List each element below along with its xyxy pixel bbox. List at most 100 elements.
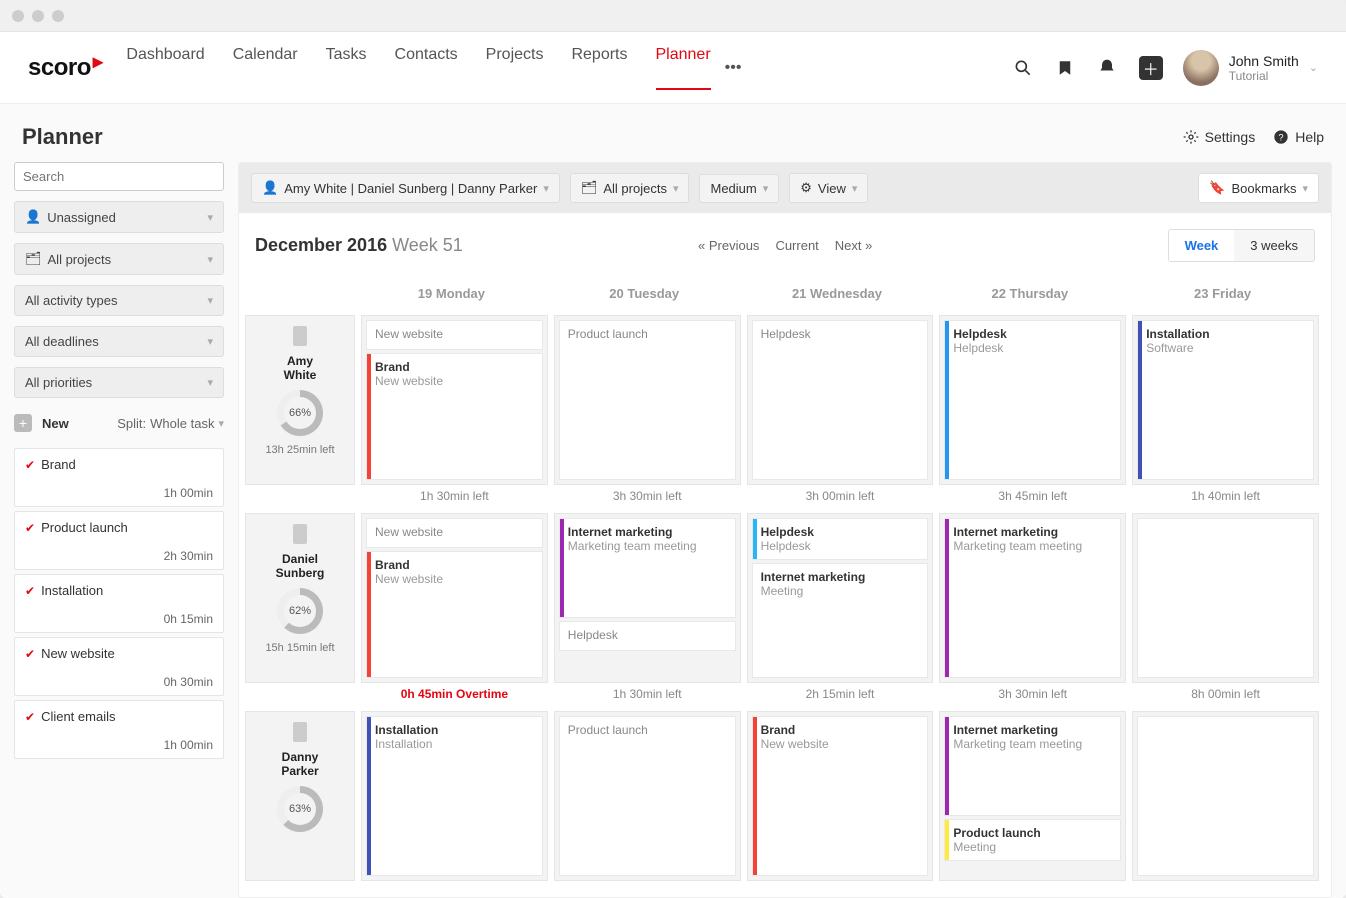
person-cell: DannyParker63% — [245, 711, 355, 881]
day-cell[interactable]: InstallationSoftware — [1132, 315, 1319, 485]
settings-link[interactable]: Settings — [1183, 129, 1256, 145]
nav-planner[interactable]: Planner — [656, 46, 711, 90]
filter-people[interactable]: 👤Amy White | Daniel Sunberg | Danny Park… — [251, 173, 560, 203]
task-card[interactable]: ✔Client emails1h 00min — [14, 700, 224, 759]
task-slot[interactable] — [1137, 518, 1314, 678]
task-slot[interactable]: Product launch — [559, 320, 736, 480]
search-icon[interactable] — [1013, 58, 1033, 78]
svg-text:?: ? — [1279, 132, 1284, 142]
day-header: 22 Thursday — [933, 278, 1126, 309]
filter-activity-types[interactable]: All activity types▾ — [14, 285, 224, 316]
nav-contacts[interactable]: Contacts — [395, 46, 458, 90]
utilization-donut: 62% — [277, 588, 323, 634]
filter-unassigned[interactable]: 👤Unassigned▾ — [14, 201, 224, 233]
time-left-label — [245, 489, 355, 503]
task-card[interactable]: ✔New website0h 30min — [14, 637, 224, 696]
add-icon[interactable]: ＋ — [1139, 56, 1163, 80]
planner-main: 👤Amy White | Daniel Sunberg | Danny Park… — [238, 162, 1332, 898]
chevron-down-icon: ⌄ — [1309, 61, 1318, 74]
task-slot[interactable]: Internet marketingMarketing team meeting — [944, 716, 1121, 816]
task-slot[interactable] — [1137, 716, 1314, 876]
task-name: Installation — [41, 583, 103, 598]
seg-week[interactable]: Week — [1169, 230, 1235, 261]
filter-size[interactable]: Medium▾ — [699, 174, 779, 203]
filter-priorities[interactable]: All priorities▾ — [14, 367, 224, 398]
next-link[interactable]: Next » — [835, 238, 873, 253]
task-slot[interactable]: Product launchMeeting — [944, 819, 1121, 861]
day-cell[interactable]: Helpdesk — [747, 315, 934, 485]
bookmark-icon[interactable] — [1055, 58, 1075, 78]
person-icon — [293, 722, 307, 742]
check-icon: ✔ — [25, 584, 35, 598]
day-cell[interactable]: New websiteBrandNew website — [361, 513, 548, 683]
day-cell[interactable]: Product launch — [554, 315, 741, 485]
task-name: Client emails — [41, 709, 115, 724]
day-cell[interactable]: Internet marketingMarketing team meeting… — [939, 711, 1126, 881]
nav-tasks[interactable]: Tasks — [326, 46, 367, 90]
day-cell[interactable]: New websiteBrandNew website — [361, 315, 548, 485]
nav-calendar[interactable]: Calendar — [233, 46, 298, 90]
task-slot[interactable]: Helpdesk — [559, 621, 736, 651]
slot-subtitle: New website — [375, 374, 534, 388]
task-card[interactable]: ✔Brand1h 00min — [14, 448, 224, 507]
current-link[interactable]: Current — [775, 238, 818, 253]
bookmarks-button[interactable]: 🔖Bookmarks▾ — [1198, 173, 1319, 203]
task-slot[interactable]: Internet marketingMarketing team meeting — [559, 518, 736, 618]
slot-subtitle: Marketing team meeting — [953, 539, 1112, 553]
gear-icon — [1183, 129, 1199, 145]
traffic-light[interactable] — [12, 10, 24, 22]
day-cell[interactable] — [1132, 711, 1319, 881]
day-cell[interactable]: HelpdeskHelpdeskInternet marketingMeetin… — [747, 513, 934, 683]
nav-more-icon[interactable]: ••• — [725, 59, 742, 77]
seg-3weeks[interactable]: 3 weeks — [1234, 230, 1314, 261]
day-cell[interactable]: HelpdeskHelpdesk — [939, 315, 1126, 485]
bell-icon[interactable] — [1097, 58, 1117, 78]
filter-view[interactable]: ⚙View▾ — [789, 173, 868, 203]
task-slot[interactable]: Helpdesk — [752, 320, 929, 480]
day-cell[interactable] — [1132, 513, 1319, 683]
task-slot[interactable]: HelpdeskHelpdesk — [944, 320, 1121, 480]
new-task-button[interactable]: + — [14, 414, 32, 432]
prev-link[interactable]: « Previous — [698, 238, 759, 253]
task-slot[interactable]: BrandNew website — [366, 551, 543, 678]
slot-title: Installation — [1146, 327, 1305, 341]
task-card[interactable]: ✔Product launch2h 30min — [14, 511, 224, 570]
task-slot[interactable]: BrandNew website — [752, 716, 929, 876]
filter-all-projects[interactable]: 🗂All projects▾ — [570, 173, 690, 203]
filter-projects[interactable]: 🗂All projects▾ — [14, 243, 224, 275]
task-slot[interactable]: InstallationInstallation — [366, 716, 543, 876]
task-slot[interactable]: New website — [366, 320, 543, 350]
day-cell[interactable]: InstallationInstallation — [361, 711, 548, 881]
time-left-label: 2h 15min left — [747, 687, 934, 701]
task-slot[interactable]: New website — [366, 518, 543, 548]
date-nav: « Previous Current Next » — [698, 238, 872, 253]
task-slot[interactable]: Internet marketingMarketing team meeting — [944, 518, 1121, 678]
new-label: New — [42, 416, 69, 431]
day-cell[interactable]: Product launch — [554, 711, 741, 881]
task-slot[interactable]: Product launch — [559, 716, 736, 876]
task-slot[interactable]: InstallationSoftware — [1137, 320, 1314, 480]
nav-projects[interactable]: Projects — [486, 46, 544, 90]
help-link[interactable]: ? Help — [1273, 129, 1324, 145]
utilization-donut: 63% — [277, 786, 323, 832]
filter-deadlines[interactable]: All deadlines▾ — [14, 326, 224, 357]
task-duration: 1h 00min — [25, 738, 213, 752]
task-slot[interactable]: Internet marketingMeeting — [752, 563, 929, 678]
day-cell[interactable]: Internet marketingMarketing team meeting — [939, 513, 1126, 683]
user-menu[interactable]: John Smith Tutorial ⌄ — [1183, 50, 1318, 86]
task-slot[interactable]: HelpdeskHelpdesk — [752, 518, 929, 560]
day-cell[interactable]: BrandNew website — [747, 711, 934, 881]
split-select[interactable]: Split: Whole task ▾ — [117, 416, 224, 431]
view-segment: Week 3 weeks — [1168, 229, 1315, 262]
search-input[interactable] — [14, 162, 224, 191]
slot-title: Helpdesk — [761, 525, 920, 539]
nav-reports[interactable]: Reports — [571, 46, 627, 90]
nav-dashboard[interactable]: Dashboard — [126, 46, 204, 90]
planner-toolbar: 👤Amy White | Daniel Sunberg | Danny Park… — [239, 163, 1331, 213]
person-icon: 👤 — [25, 209, 41, 225]
traffic-light[interactable] — [32, 10, 44, 22]
traffic-light[interactable] — [52, 10, 64, 22]
task-slot[interactable]: BrandNew website — [366, 353, 543, 480]
day-cell[interactable]: Internet marketingMarketing team meeting… — [554, 513, 741, 683]
task-card[interactable]: ✔Installation0h 15min — [14, 574, 224, 633]
